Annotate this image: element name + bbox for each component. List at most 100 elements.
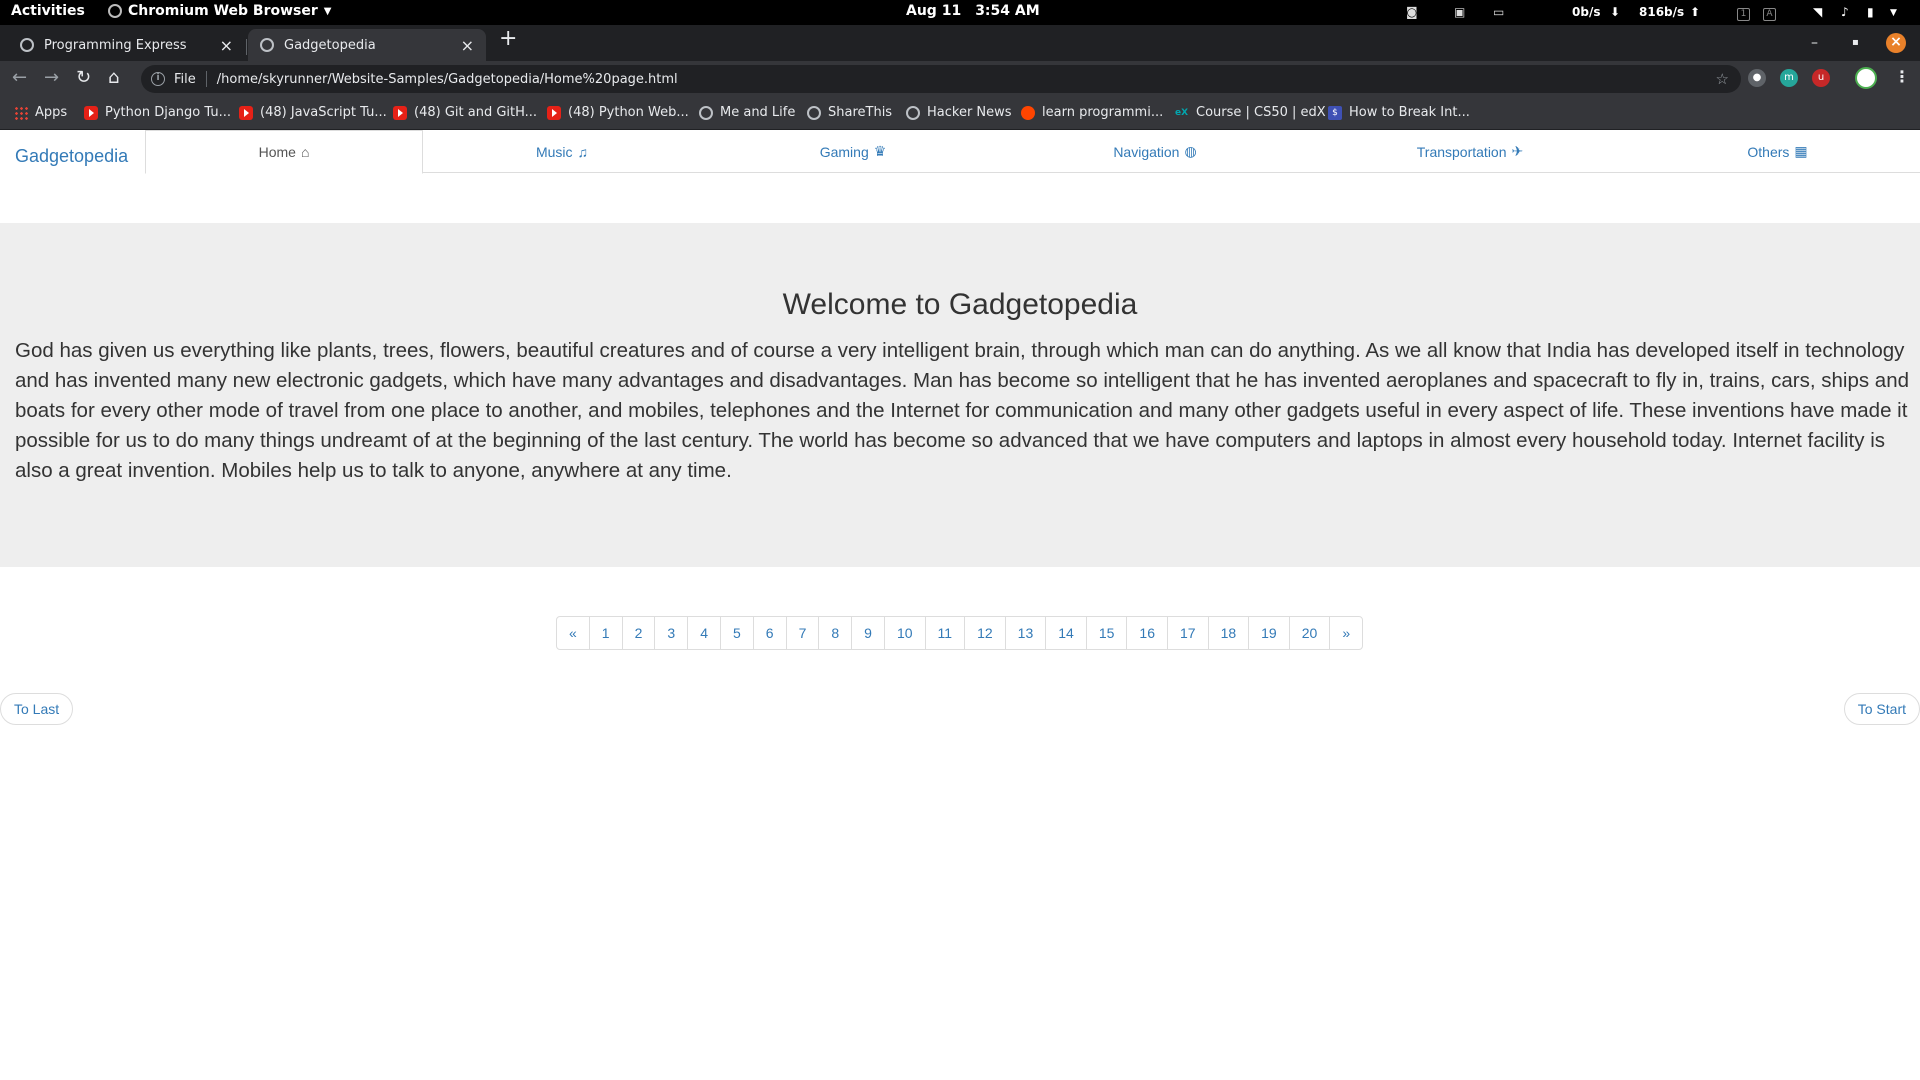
bookmark-apps[interactable]: Apps [14, 105, 67, 120]
home-icon[interactable]: ⌂ [108, 67, 119, 88]
minimize-icon[interactable]: – [1811, 35, 1818, 51]
tab-title: Programming Express [44, 37, 187, 53]
page-link-7[interactable]: 7 [787, 617, 820, 649]
bookmark-label: How to Break Int... [1349, 105, 1470, 120]
clipboard-icon[interactable]: ▣ [1454, 5, 1465, 19]
page-link-12[interactable]: 12 [965, 617, 1006, 649]
to-start-button[interactable]: To Start [1843, 693, 1920, 725]
page-link-19[interactable]: 19 [1249, 617, 1290, 649]
page-link-13[interactable]: 13 [1006, 617, 1047, 649]
close-window-icon[interactable]: × [1886, 33, 1906, 53]
bookmark-hacker-news[interactable]: Hacker News [906, 105, 1012, 120]
page-link-4[interactable]: 4 [688, 617, 721, 649]
home-icon: ⌂ [300, 144, 310, 160]
power-menu-icon[interactable]: ▼ [1890, 8, 1897, 18]
page-link-17[interactable]: 17 [1168, 617, 1209, 649]
forward-arrow-icon[interactable]: → [44, 67, 59, 88]
bookmark-cs50-edx[interactable]: eX Course | CS50 | edX [1175, 105, 1326, 120]
keyboard-layout-icon[interactable]: A [1763, 5, 1776, 21]
clock-time: 3:54 AM [975, 3, 1040, 19]
bookmark-learn-programming[interactable]: learn programmi... [1021, 105, 1163, 120]
bookmark-label: Apps [35, 105, 68, 120]
bookmark-label: learn programmi... [1042, 105, 1164, 120]
page-link-8[interactable]: 8 [819, 617, 853, 649]
url-text[interactable]: /home/skyrunner/Website-Samples/Gadgetop… [217, 72, 678, 87]
page-link-6[interactable]: 6 [754, 617, 787, 649]
page-link-1[interactable]: 1 [590, 617, 623, 649]
hero-heading: Welcome to Gadgetopedia [782, 288, 1138, 321]
bookmark-label: Course | CS50 | edX [1196, 105, 1326, 120]
gadgetopedia-favicon-icon [260, 38, 274, 52]
scheme-label: File [174, 71, 196, 87]
bookmark-javascript[interactable]: (48) JavaScript Tu... [239, 105, 387, 120]
menu-kebab-icon[interactable]: ⋮ [1894, 67, 1910, 86]
bookmark-label: (48) JavaScript Tu... [260, 105, 387, 120]
bookmark-star-icon[interactable]: ☆ [1716, 70, 1729, 88]
page-link-9[interactable]: 9 [852, 617, 885, 649]
page-link-15[interactable]: 15 [1087, 617, 1128, 649]
nav-tab-music[interactable]: Music ♫ [423, 130, 701, 173]
clock[interactable]: Aug 11 3:54 AM [906, 3, 1040, 19]
discord-icon[interactable]: ◙ [1406, 5, 1418, 19]
extension-search-icon[interactable]: ● [1748, 69, 1766, 87]
site-brand[interactable]: Gadgetopedia [15, 146, 128, 167]
bookmark-label: Python Django Tu... [105, 105, 231, 120]
bookmark-python-web[interactable]: (48) Python Web... [547, 105, 689, 120]
back-arrow-icon[interactable]: ← [12, 67, 27, 88]
nav-tab-navigation[interactable]: Navigation ◍ [1005, 130, 1305, 173]
nav-tab-label: Music [535, 143, 573, 160]
page-prev-link[interactable]: « [557, 617, 590, 649]
nav-tab-label: Others [1747, 143, 1790, 160]
plane-icon: ✈ [1511, 143, 1524, 159]
bookmark-python-django[interactable]: Python Django Tu... [84, 105, 231, 120]
page-link-5[interactable]: 5 [721, 617, 754, 649]
extension-m-icon[interactable]: m [1780, 69, 1798, 87]
tab-gadgetopedia[interactable]: Gadgetopedia × [248, 29, 486, 61]
bookmark-label: (48) Git and GitH... [414, 105, 538, 120]
page-link-14[interactable]: 14 [1046, 617, 1087, 649]
bookmark-label: (48) Python Web... [568, 105, 689, 120]
maximize-icon[interactable]: ▪ [1852, 37, 1859, 48]
reload-icon[interactable]: ↻ [76, 67, 91, 88]
tab-title: Gadgetopedia [284, 37, 376, 53]
ublock-icon[interactable]: u [1812, 69, 1830, 87]
youtube-icon [393, 105, 407, 120]
page-next-link[interactable]: » [1330, 617, 1362, 649]
app-menu[interactable]: Chromium Web Browser ▼ [108, 3, 331, 19]
bookmark-git-github[interactable]: (48) Git and GitH... [393, 105, 537, 120]
app-menu-label: Chromium Web Browser [128, 3, 318, 19]
info-icon[interactable]: i [151, 72, 165, 86]
close-tab-icon[interactable]: × [220, 36, 233, 55]
omnibox-divider [205, 71, 207, 87]
nav-tab-others[interactable]: Others ▦ [1635, 130, 1920, 173]
new-tab-icon[interactable]: + [499, 28, 517, 50]
chromium-icon [108, 4, 122, 18]
battery-icon[interactable]: ▮ [1867, 5, 1874, 19]
page-link-11[interactable]: 11 [926, 617, 966, 649]
arrow-up-icon: ⬆ [1690, 5, 1701, 19]
workspace-1-icon[interactable]: 1 [1737, 5, 1750, 21]
page-link-16[interactable]: 16 [1127, 617, 1168, 649]
screen-icon[interactable]: ▭ [1493, 5, 1504, 19]
page-link-3[interactable]: 3 [655, 617, 689, 649]
to-last-button[interactable]: To Last [0, 693, 74, 725]
nav-tab-gaming[interactable]: Gaming ♛ [701, 130, 1005, 173]
page-link-2[interactable]: 2 [623, 617, 656, 649]
address-bar[interactable]: i File /home/skyrunner/Website-Samples/G… [141, 65, 1741, 93]
tab-programming-express[interactable]: Programming Express × [8, 29, 245, 61]
page-link-20[interactable]: 20 [1290, 617, 1331, 649]
wifi-icon[interactable]: ◥ [1813, 5, 1822, 19]
bookmark-me-and-life[interactable]: Me and Life [699, 105, 795, 120]
activities-button[interactable]: Activities [11, 3, 85, 19]
bookmark-how-to-break-in[interactable]: $ How to Break Int... [1328, 105, 1470, 120]
page-link-10[interactable]: 10 [885, 617, 926, 649]
bookmark-sharethis[interactable]: ShareThis [807, 105, 892, 120]
nav-tab-transportation[interactable]: Transportation ✈ [1305, 130, 1635, 173]
profile-avatar[interactable] [1855, 67, 1877, 89]
nav-tab-home[interactable]: Home ⌂ [145, 130, 423, 174]
globe-icon [906, 105, 920, 120]
edx-icon: eX [1175, 107, 1189, 118]
page-link-18[interactable]: 18 [1209, 617, 1250, 649]
volume-icon[interactable]: ♪ [1841, 5, 1849, 19]
close-tab-icon[interactable]: × [461, 36, 474, 55]
